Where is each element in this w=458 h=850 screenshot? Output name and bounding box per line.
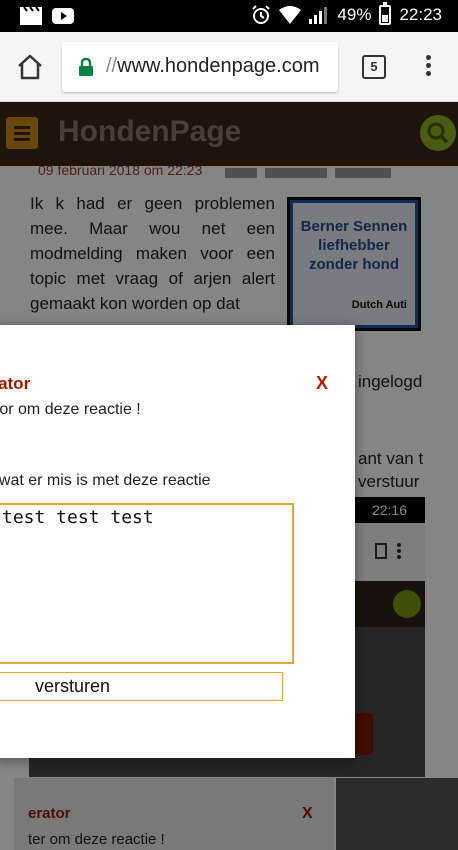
wifi-icon [279, 6, 302, 24]
clapper-icon [20, 7, 42, 25]
report-textarea[interactable]: test test test [0, 503, 294, 664]
browser-toolbar: //www.hondenpage.com 5 [0, 32, 458, 102]
address-bar[interactable]: //www.hondenpage.com [62, 42, 338, 92]
signal-icon [309, 7, 328, 24]
tab-switcher-button[interactable]: 5 [362, 55, 386, 79]
modal-title: erator [0, 374, 31, 393]
status-bar: 49% 22:23 [0, 0, 458, 32]
youtube-icon [52, 8, 74, 24]
lock-icon [79, 57, 93, 76]
url-text: //www.hondenpage.com [106, 55, 319, 78]
modal-prompt-text: t wat er mis is met deze reactie [0, 472, 211, 489]
clock: 22:23 [399, 5, 442, 24]
alarm-icon [252, 5, 271, 24]
report-modal: erator X ator om deze reactie ! t wat er… [0, 325, 355, 758]
submit-button[interactable]: versturen [0, 672, 283, 701]
battery-percent: 49% [337, 5, 372, 24]
home-icon[interactable] [14, 51, 46, 83]
url-host: www.hondenpage.com [117, 55, 320, 77]
modal-close-button[interactable]: X [316, 373, 328, 394]
battery-icon [379, 2, 392, 25]
url-scheme: // [106, 55, 118, 77]
modal-intro-text: ator om deze reactie ! [0, 401, 141, 418]
overflow-menu-icon[interactable] [418, 52, 438, 82]
